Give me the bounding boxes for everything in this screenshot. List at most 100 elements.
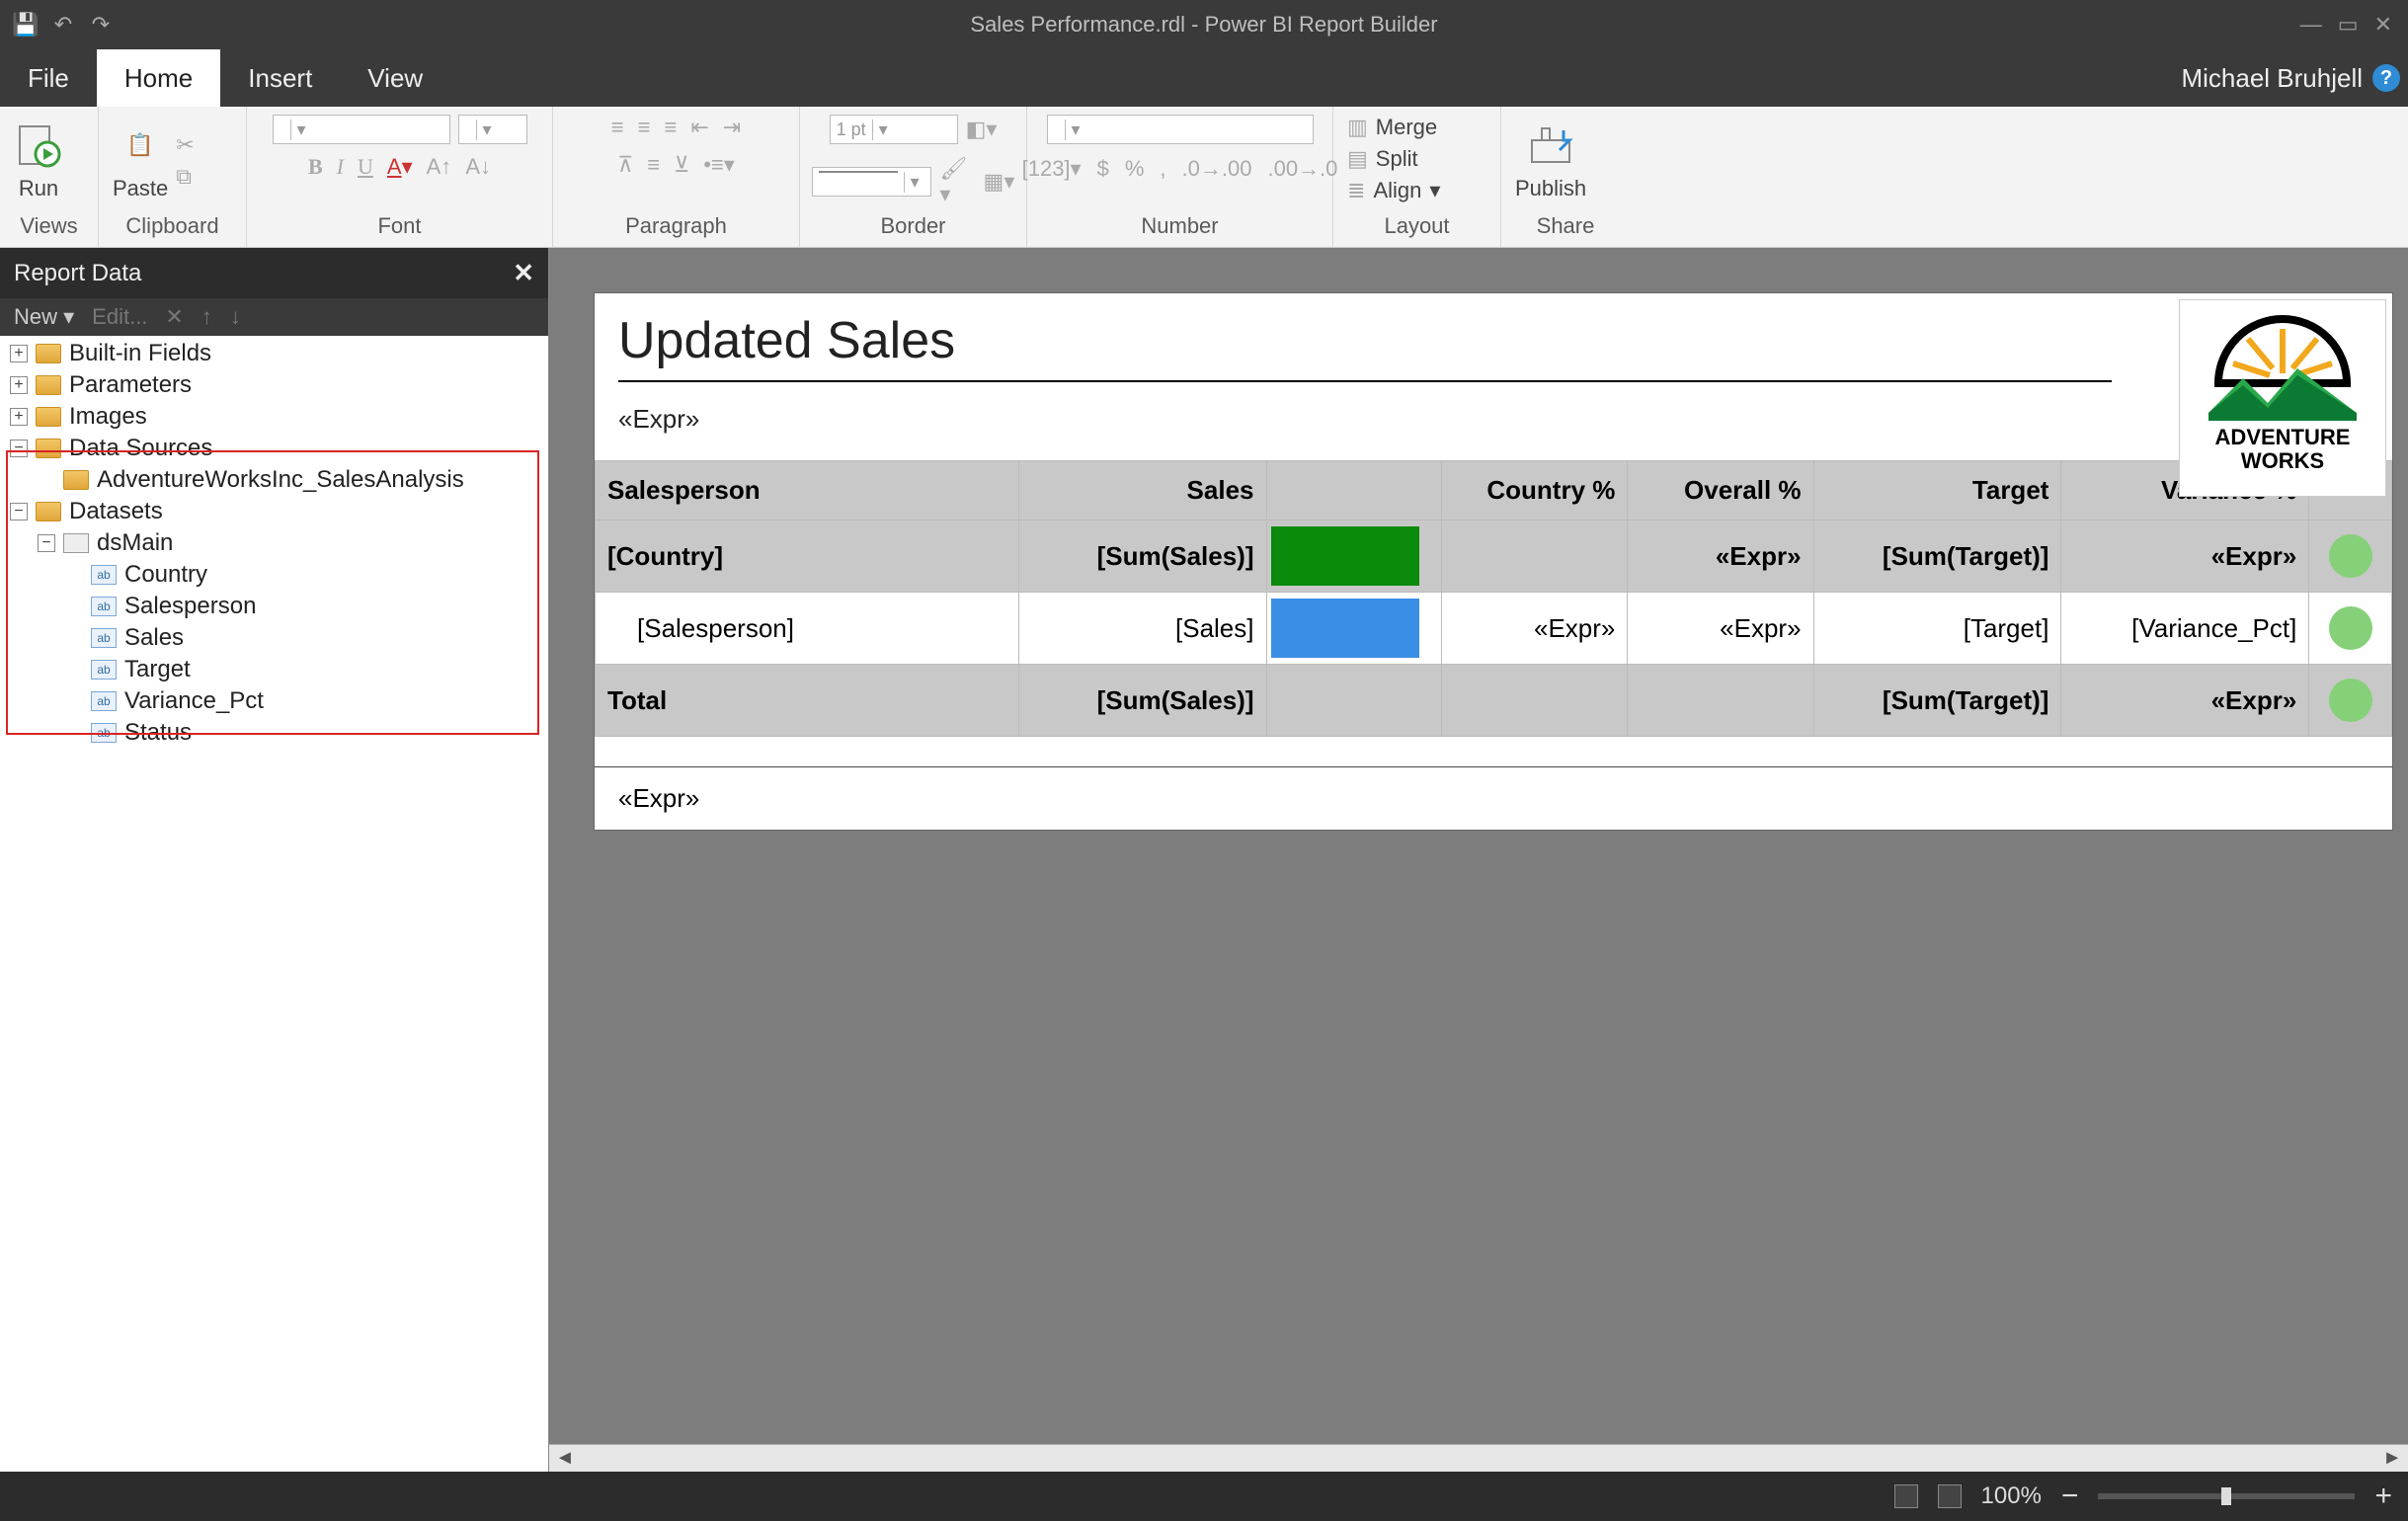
split-button[interactable]: ▤Split (1347, 146, 1418, 172)
grow-font-button[interactable]: A↑ (427, 154, 452, 180)
tree-datasets[interactable]: Datasets (69, 498, 163, 525)
panel-movedown-icon[interactable]: ↓ (230, 304, 241, 330)
databar-salesperson[interactable] (1271, 599, 1419, 658)
bold-button[interactable]: B (308, 154, 323, 180)
help-icon[interactable]: ? (2372, 64, 2400, 92)
col-salesperson[interactable]: Salesperson (596, 461, 1019, 520)
tree-datasources[interactable]: Data Sources (69, 435, 212, 462)
tree-field[interactable]: Variance_Pct (124, 687, 264, 715)
expander-icon[interactable]: − (10, 503, 28, 520)
border-width-combo[interactable]: 1 pt▾ (830, 115, 958, 144)
inc-indent-icon[interactable]: ⇥ (723, 115, 741, 140)
number-format-combo[interactable]: ▾ (1047, 115, 1314, 144)
col-sales[interactable]: Sales (1018, 461, 1266, 520)
scroll-right-icon[interactable]: ► (2382, 1447, 2402, 1470)
report-footer-expr[interactable]: «Expr» (595, 766, 2392, 830)
close-window-icon[interactable]: ✕ (2374, 12, 2392, 38)
copy-icon[interactable]: ⧉ (176, 164, 194, 190)
tree-field[interactable]: Salesperson (124, 593, 256, 620)
inc-decimal-icon[interactable]: .0→.00 (1182, 156, 1252, 182)
table-row-salesperson[interactable]: [Salesperson] [Sales] «Expr» «Expr» [Tar… (596, 593, 2392, 665)
scroll-left-icon[interactable]: ◄ (555, 1447, 575, 1470)
status-indicator[interactable] (2329, 679, 2372, 722)
report-data-tree[interactable]: +Built-in Fields +Parameters +Images −Da… (0, 336, 548, 1472)
design-canvas[interactable]: ADVENTURE WORKS Updated Sales «Expr» (549, 248, 2408, 1472)
report-surface[interactable]: ADVENTURE WORKS Updated Sales «Expr» (595, 293, 2392, 830)
font-size-combo[interactable]: ▾ (458, 115, 527, 144)
minimize-icon[interactable]: — (2300, 12, 2322, 38)
tab-insert[interactable]: Insert (220, 49, 340, 107)
tree-parameters[interactable]: Parameters (69, 371, 192, 399)
status-icon-2[interactable] (1938, 1484, 1962, 1508)
col-indicator[interactable] (1266, 461, 1442, 520)
panel-delete-icon[interactable]: ✕ (165, 304, 183, 330)
col-country-pct[interactable]: Country % (1442, 461, 1628, 520)
thousands-icon[interactable]: , (1160, 156, 1165, 182)
status-indicator[interactable] (2329, 534, 2372, 578)
tree-field[interactable]: Status (124, 719, 192, 747)
font-family-combo[interactable]: ▾ (273, 115, 450, 144)
align-center-icon[interactable]: ≡ (638, 115, 651, 140)
horizontal-scrollbar[interactable]: ◄ ► (549, 1444, 2408, 1472)
panel-edit-button[interactable]: Edit... (92, 304, 147, 330)
valign-mid-icon[interactable]: ≡ (647, 152, 660, 178)
align-right-icon[interactable]: ≡ (664, 115, 677, 140)
paste-button[interactable]: 📋 Paste (113, 120, 168, 201)
tab-file[interactable]: File (0, 49, 97, 107)
report-title[interactable]: Updated Sales (618, 311, 2112, 370)
align-left-icon[interactable]: ≡ (611, 115, 624, 140)
status-icon-1[interactable] (1894, 1484, 1918, 1508)
panel-new-button[interactable]: New ▾ (14, 304, 74, 330)
border-style-combo[interactable]: ▾ (812, 167, 932, 197)
percent-icon[interactable]: % (1125, 156, 1145, 182)
expander-icon[interactable]: + (10, 376, 28, 394)
col-target[interactable]: Target (1813, 461, 2061, 520)
zoom-in-icon[interactable]: + (2374, 1480, 2392, 1513)
tab-view[interactable]: View (340, 49, 450, 107)
tab-home[interactable]: Home (97, 49, 220, 107)
bullets-icon[interactable]: •≡▾ (703, 152, 735, 178)
tree-field[interactable]: Country (124, 561, 207, 589)
zoom-slider[interactable] (2098, 1493, 2355, 1499)
currency-icon[interactable]: $ (1097, 156, 1109, 182)
tree-builtin[interactable]: Built-in Fields (69, 340, 211, 367)
underline-button[interactable]: U (358, 154, 373, 180)
status-indicator[interactable] (2329, 606, 2372, 650)
publish-button[interactable]: Publish (1515, 120, 1586, 201)
panel-close-icon[interactable]: ✕ (513, 258, 534, 288)
run-button[interactable]: Run (14, 120, 63, 201)
fill-color-icon[interactable]: 🖌▾ (939, 156, 975, 207)
tree-dataset-dsmain[interactable]: dsMain (97, 529, 173, 557)
border-preset-icon[interactable]: ▦▾ (984, 169, 1015, 195)
border-color-icon[interactable]: ◧▾ (966, 117, 998, 142)
tree-field[interactable]: Sales (124, 624, 184, 652)
expander-icon[interactable]: + (10, 345, 28, 362)
placeholder-icon[interactable]: [123]▾ (1022, 156, 1082, 182)
dec-decimal-icon[interactable]: .00→.0 (1267, 156, 1337, 182)
table-header-row[interactable]: Salesperson Sales Country % Overall % Ta… (596, 461, 2392, 520)
save-icon[interactable]: 💾 (12, 11, 40, 39)
expander-icon[interactable]: + (10, 408, 28, 426)
zoom-out-icon[interactable]: − (2061, 1480, 2079, 1513)
expander-icon[interactable]: − (10, 440, 28, 457)
font-color-button[interactable]: A▾ (387, 154, 413, 180)
expander-icon[interactable]: − (38, 534, 55, 552)
valign-bot-icon[interactable]: ⊻ (674, 152, 689, 178)
databar-country[interactable] (1271, 526, 1419, 586)
shrink-font-button[interactable]: A↓ (465, 154, 491, 180)
cut-icon[interactable]: ✂ (176, 132, 194, 158)
report-subtitle-expr[interactable]: «Expr» (595, 390, 2392, 460)
align-button[interactable]: ≣Align ▾ (1347, 178, 1440, 203)
tree-images[interactable]: Images (69, 403, 147, 431)
report-table[interactable]: Salesperson Sales Country % Overall % Ta… (595, 460, 2392, 737)
tree-datasource-item[interactable]: AdventureWorksInc_SalesAnalysis (97, 466, 464, 494)
table-row-country[interactable]: [Country] [Sum(Sales)] «Expr» [Sum(Targe… (596, 520, 2392, 593)
merge-button[interactable]: ▥Merge (1347, 115, 1437, 140)
maximize-icon[interactable]: ▭ (2338, 12, 2359, 38)
tree-field[interactable]: Target (124, 656, 191, 683)
col-overall-pct[interactable]: Overall % (1628, 461, 1813, 520)
italic-button[interactable]: I (337, 154, 344, 180)
panel-moveup-icon[interactable]: ↑ (201, 304, 212, 330)
dec-indent-icon[interactable]: ⇤ (690, 115, 708, 140)
valign-top-icon[interactable]: ⊼ (617, 152, 633, 178)
